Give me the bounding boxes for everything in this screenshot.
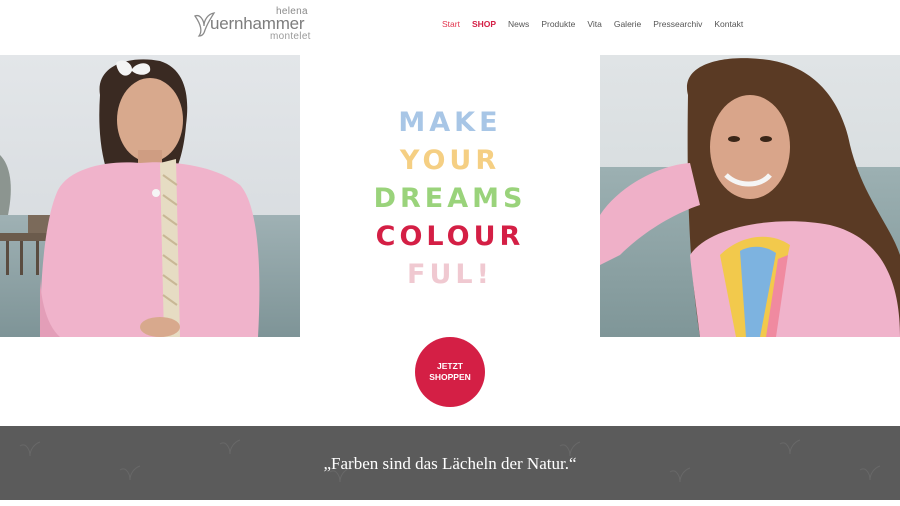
slogan-line-colour: COLOUR [375, 221, 525, 252]
slogan-line-ful: FUL! [407, 259, 493, 290]
nav-item-news[interactable]: News [508, 19, 529, 29]
nav-item-kontakt[interactable]: Kontakt [714, 19, 743, 29]
woman-with-scarf-image [600, 55, 900, 337]
slogan-line-make: MAKE [398, 107, 502, 138]
hero-slogan: MAKE YOUR DREAMS COLOUR FUL! [300, 55, 600, 337]
nav-item-start[interactable]: Start [442, 19, 460, 29]
hero-photo-right [600, 55, 900, 337]
woman-in-pink-cardigan-image [0, 55, 300, 337]
site-logo[interactable]: helena uernhammer montelet [190, 6, 312, 42]
nav-item-vita[interactable]: Vita [587, 19, 602, 29]
quote-section: „Farben sind das Lächeln der Natur.“ [0, 426, 900, 500]
shop-now-line1: JETZT [437, 361, 463, 371]
slogan-line-dreams: DREAMS [373, 183, 527, 214]
slogan-line-your: YOUR [399, 145, 501, 176]
hero-section: MAKE YOUR DREAMS COLOUR FUL! [0, 55, 900, 337]
nav-item-shop[interactable]: SHOP [472, 19, 496, 29]
shop-now-line2: SHOPPEN [429, 372, 471, 382]
nav-item-pressearchiv[interactable]: Pressearchiv [653, 19, 702, 29]
quote-text: „Farben sind das Lächeln der Natur.“ [323, 454, 577, 473]
nav-item-produkte[interactable]: Produkte [541, 19, 575, 29]
nav-item-galerie[interactable]: Galerie [614, 19, 641, 29]
shop-now-button[interactable]: JETZT SHOPPEN [415, 337, 485, 407]
site-header: helena uernhammer montelet Start SHOP Ne… [0, 0, 900, 55]
logo-subtitle: montelet [270, 31, 311, 42]
main-nav: Start SHOP News Produkte Vita Galerie Pr… [442, 19, 755, 29]
hero-photo-left [0, 55, 300, 337]
